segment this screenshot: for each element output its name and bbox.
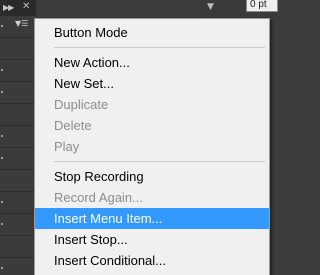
menu-item-stop-recording[interactable]: Stop Recording (35, 166, 269, 187)
menu-item-new-set[interactable]: New Set... (35, 73, 269, 94)
row-marker-icon (1, 69, 3, 71)
menu-item-insert-conditional[interactable]: Insert Conditional... (35, 250, 269, 271)
row-marker-icon (1, 201, 3, 203)
menu-item-insert-menu-item[interactable]: Insert Menu Item... (35, 208, 269, 229)
actions-panel: ▶▶ ✕ (0, 0, 36, 275)
menu-item-button-mode[interactable]: Button Mode (35, 22, 269, 43)
menu-separator (54, 47, 265, 48)
panel-row[interactable] (0, 60, 36, 82)
menu-item-new-action[interactable]: New Action... (35, 52, 269, 73)
panel-row[interactable] (0, 126, 36, 148)
panel-row[interactable] (0, 236, 36, 258)
menu-item-delete: Delete (54, 118, 92, 133)
menu-item-play: Play (54, 139, 80, 154)
panel-row[interactable] (0, 214, 36, 236)
row-marker-icon (1, 91, 3, 93)
panel-tab-bar: ▶▶ ✕ (0, 0, 36, 16)
row-marker-icon (1, 223, 3, 225)
panel-row[interactable] (0, 104, 36, 126)
row-marker-icon (1, 135, 3, 137)
row-marker-icon (1, 267, 3, 269)
panel-row[interactable] (0, 192, 36, 214)
menu-item-record-again: Record Again... (54, 190, 143, 205)
panel-row[interactable] (0, 148, 36, 170)
menu-item-duplicate: Duplicate (54, 97, 109, 112)
row-marker-icon (1, 25, 3, 27)
menu-separator (54, 161, 265, 162)
close-icon[interactable]: ✕ (22, 1, 30, 12)
actions-panel-menu: Button Mode New Action... New Set... Duplic… (34, 18, 270, 275)
row-marker-icon (1, 157, 3, 159)
size-field[interactable]: 0 pt (246, 0, 278, 12)
double-arrow-icon[interactable]: ▶▶ (3, 3, 14, 12)
menu-item-insert-stop[interactable]: Insert Stop... (35, 229, 269, 250)
link-icon: ▼ (207, 2, 214, 12)
panel-row[interactable] (0, 170, 36, 192)
panel-row[interactable] (0, 82, 36, 104)
panel-rows (0, 16, 36, 275)
panel-menu-icon[interactable]: ▼☰ (15, 18, 33, 30)
panel-row[interactable] (0, 38, 36, 60)
panel-row[interactable] (0, 258, 36, 275)
